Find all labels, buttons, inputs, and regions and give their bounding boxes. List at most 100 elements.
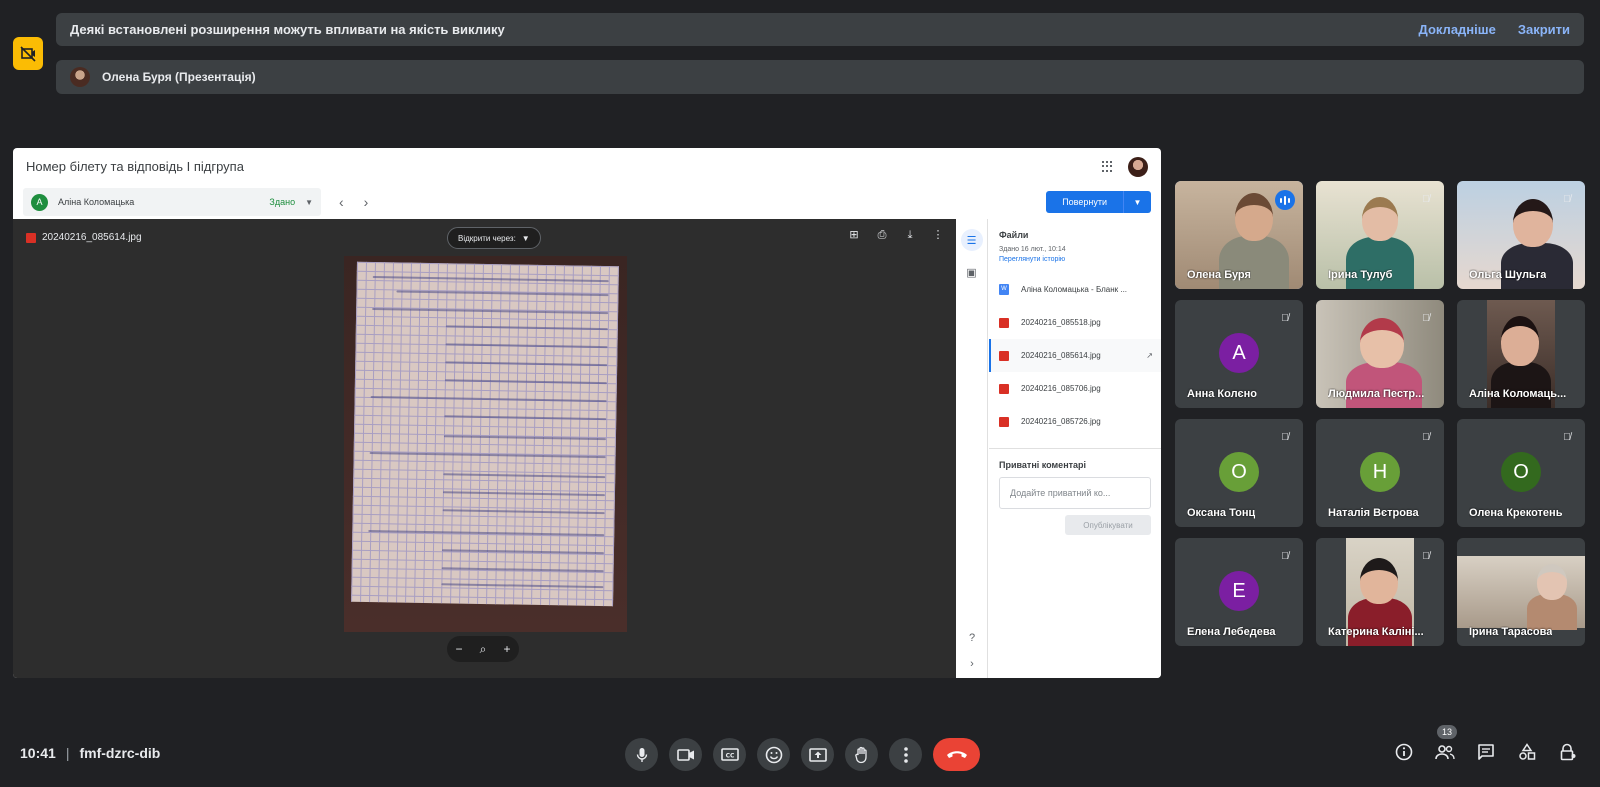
meeting-details-button[interactable]	[1394, 742, 1414, 762]
view-history-link[interactable]: Переглянути історію	[999, 256, 1161, 263]
submitted-date: Здано 16 лют., 10:14	[999, 246, 1066, 253]
return-dropdown-icon[interactable]: ▼	[1123, 191, 1151, 213]
file-name: Аліна Коломацька - Бланк ...	[1021, 285, 1128, 294]
files-heading: Файли	[999, 230, 1029, 240]
mic-icon	[636, 747, 647, 762]
mic-off-icon: 🎙̸	[1281, 550, 1289, 562]
account-avatar[interactable]	[1128, 156, 1148, 177]
participant-tile[interactable]: О 🎙̸ Оксана Тонц	[1175, 419, 1303, 527]
participant-tile[interactable]: Олена Буря	[1175, 181, 1303, 289]
present-now-button[interactable]	[801, 738, 834, 771]
return-button[interactable]: Повернути	[1046, 191, 1123, 213]
file-item[interactable]: 20240216_085726.jpg	[989, 405, 1161, 438]
info-icon	[1395, 743, 1413, 761]
zoom-icon: ⌕	[479, 641, 487, 656]
next-student-icon[interactable]: ›	[364, 194, 369, 210]
participant-tile[interactable]: Аліна Коломаць...	[1457, 300, 1585, 408]
open-with-button[interactable]: Відкрити через: ▼	[447, 227, 541, 249]
print-icon[interactable]: ⎙	[876, 229, 888, 241]
file-item-selected[interactable]: 20240216_085614.jpg ↗	[989, 339, 1161, 372]
file-name: 20240216_085614.jpg	[1021, 351, 1101, 360]
participant-tile[interactable]: 🎙̸ Людмила Пестр...	[1316, 300, 1444, 408]
hand-icon	[854, 746, 867, 763]
participant-name: Оксана Тонц	[1187, 507, 1256, 519]
classroom-header: Номер білету та відповідь І підгрупа	[13, 148, 1161, 185]
comments-panel-icon[interactable]: ▣	[961, 261, 983, 283]
camera-button[interactable]	[669, 738, 702, 771]
private-comment-input[interactable]: Додайте приватний ко...	[999, 477, 1151, 509]
participant-name: Ірина Тулуб	[1328, 269, 1393, 281]
publish-button[interactable]: Опублікувати	[1065, 515, 1151, 535]
people-icon	[1435, 745, 1455, 760]
participant-tile[interactable]: 🎙̸ Ольга Шульга	[1457, 181, 1585, 289]
shapes-icon	[1519, 743, 1536, 760]
separator: |	[65, 745, 70, 761]
activities-button[interactable]	[1517, 742, 1537, 762]
file-item[interactable]: 20240216_085518.jpg	[989, 306, 1161, 339]
participant-name: Олена Буря	[1187, 269, 1251, 281]
participant-tile[interactable]: 🎙̸ Ірина Тулуб	[1316, 181, 1444, 289]
chat-button[interactable]	[1476, 742, 1496, 762]
participant-initial: А	[1219, 333, 1259, 373]
mic-off-icon: 🎙̸	[1563, 431, 1571, 443]
microphone-button[interactable]	[625, 738, 658, 771]
host-controls-button[interactable]	[1558, 742, 1578, 762]
people-button[interactable]: 13	[1435, 725, 1458, 762]
mic-off-icon: 🎙̸	[1422, 431, 1430, 443]
file-viewer: 20240216_085614.jpg Відкрити через: ▼ ⊞ …	[13, 219, 956, 678]
participant-tile[interactable]: 🎙̸ Катерина Каліні...	[1316, 538, 1444, 646]
open-external-icon[interactable]: ↗	[1146, 351, 1153, 360]
submission-status: Здано	[269, 197, 296, 207]
more-options-button[interactable]	[889, 738, 922, 771]
leave-call-button[interactable]	[933, 738, 980, 771]
student-selector[interactable]: А Аліна Коломацька Здано ▼	[23, 188, 321, 216]
reactions-button[interactable]	[757, 738, 790, 771]
mic-off-icon: 🎙̸	[1281, 312, 1289, 324]
apps-grid-icon[interactable]	[1102, 160, 1114, 173]
participant-tile[interactable]: Н 🎙̸ Наталія Вєтрова	[1316, 419, 1444, 527]
participant-name: Аліна Коломаць...	[1469, 388, 1567, 400]
presenter-label: Олена Буря (Презентація)	[102, 70, 256, 84]
close-notice-button[interactable]: Закрити	[1518, 22, 1570, 37]
more-vert-icon[interactable]: ⋮	[932, 229, 944, 241]
participant-name: Олена Крекотень	[1469, 507, 1563, 519]
participant-name: Людмила Пестр...	[1328, 388, 1425, 400]
participant-tile[interactable]: О 🎙̸ Олена Крекотень	[1457, 419, 1585, 527]
chevron-right-icon[interactable]: ›	[956, 658, 988, 670]
mic-off-icon: 🎙̸	[1422, 193, 1430, 205]
add-comment-icon[interactable]: ⊞	[848, 229, 860, 241]
participant-tile[interactable]: Е 🎙̸ Елена Лебедева	[1175, 538, 1303, 646]
download-icon[interactable]: ⤓	[904, 229, 916, 241]
help-icon[interactable]: ?	[956, 632, 988, 644]
participant-grid: Олена Буря 🎙̸ Ірина Тулуб 🎙̸ Ольга Шульг…	[1175, 181, 1585, 646]
divider	[989, 448, 1161, 449]
raise-hand-button[interactable]	[845, 738, 878, 771]
chat-icon	[1478, 744, 1494, 760]
zoom-in-icon[interactable]: +	[503, 642, 510, 656]
zoom-out-icon[interactable]: −	[456, 642, 463, 656]
previous-student-icon[interactable]: ‹	[339, 194, 344, 210]
presenter-bar[interactable]: Олена Буря (Презентація)	[56, 60, 1584, 94]
present-screen-icon	[808, 747, 827, 762]
file-item[interactable]: 20240216_085706.jpg	[989, 372, 1161, 405]
participant-name: Елена Лебедева	[1187, 626, 1276, 638]
videocam-icon	[676, 748, 694, 761]
call-end-icon	[946, 750, 967, 758]
meeting-side-controls: 13	[1394, 725, 1578, 762]
participant-tile[interactable]: А 🎙̸ Анна Колєно	[1175, 300, 1303, 408]
emoji-icon	[765, 746, 782, 763]
extensions-notice-bar: Деякі встановлені розширення можуть впли…	[56, 13, 1584, 46]
meeting-info: 10:41 | fmf-dzrc-dib	[20, 745, 160, 761]
files-panel-icon[interactable]: ☰	[960, 229, 983, 251]
word-doc-icon: W	[999, 284, 1009, 295]
participant-initial: Н	[1360, 452, 1400, 492]
notice-message: Деякі встановлені розширення можуть впли…	[70, 22, 505, 37]
learn-more-link[interactable]: Докладніше	[1419, 22, 1496, 37]
participant-tile[interactable]: Ірина Тарасова	[1457, 538, 1585, 646]
image-file-icon	[26, 232, 36, 243]
more-vert-icon	[903, 746, 908, 763]
captions-button[interactable]: CC	[713, 738, 746, 771]
open-with-label: Відкрити через:	[458, 233, 516, 243]
file-item[interactable]: W Аліна Коломацька - Бланк ...	[989, 273, 1161, 306]
participant-name: Наталія Вєтрова	[1328, 507, 1419, 519]
